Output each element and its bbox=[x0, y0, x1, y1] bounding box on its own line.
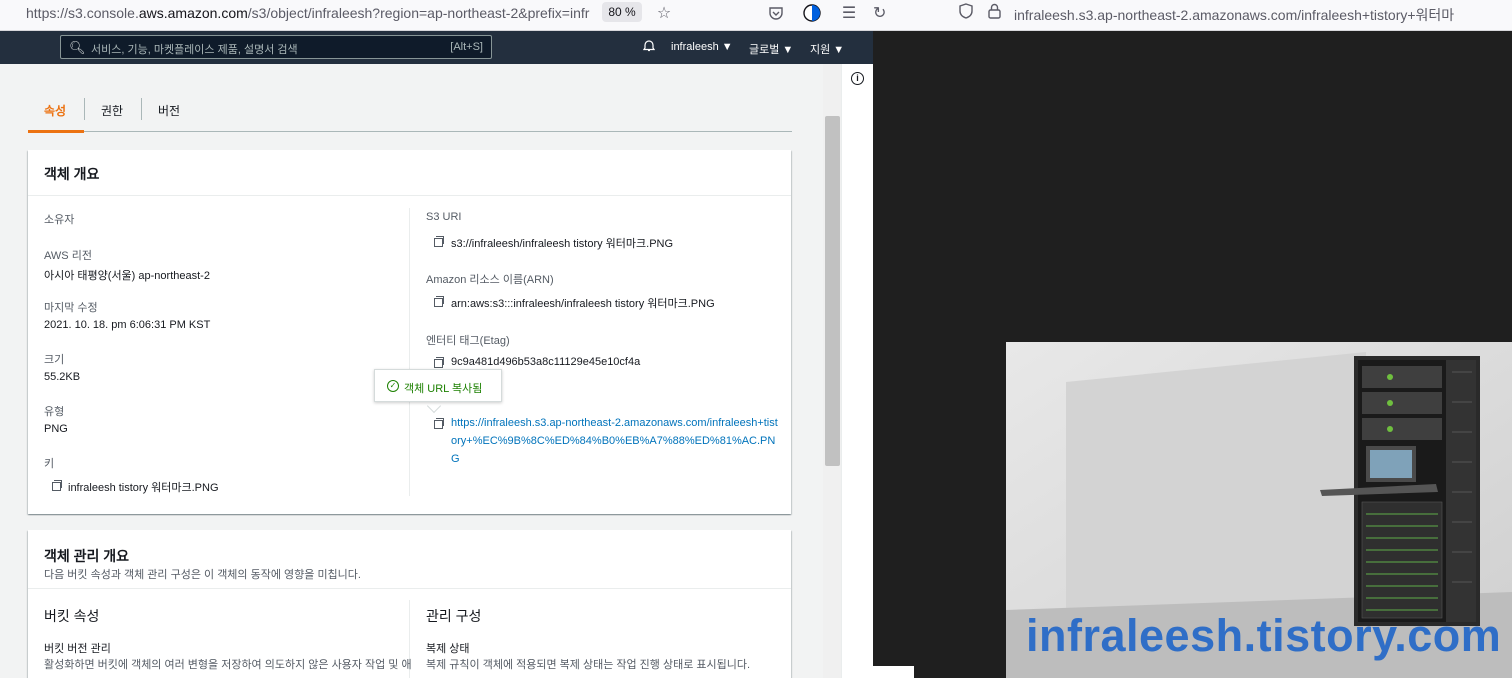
management-config-heading: 관리 구성 bbox=[426, 608, 482, 624]
s3-uri-value: s3://infraleesh/infraleesh tistory 워터마크.… bbox=[451, 238, 674, 250]
watermark-image: infraleesh.tistory.com bbox=[1006, 342, 1512, 678]
address-bar-2[interactable]: ↻ infraleesh.s3.ap-northeast-2.amazonaws… bbox=[873, 0, 1512, 31]
region-label: AWS 리전 bbox=[44, 250, 92, 262]
zoom-level-badge[interactable]: 80 % bbox=[602, 2, 642, 22]
management-overview-title: 객체 관리 개요 bbox=[44, 548, 130, 564]
type-label: 유형 bbox=[44, 406, 65, 418]
notification-bell-icon[interactable] bbox=[642, 39, 656, 55]
size-value: 55.2KB bbox=[44, 371, 81, 383]
aws-search-input[interactable]: 🔍︎ 서비스, 기능, 마켓플레이스 제품, 설명서 검색 [Alt+S] bbox=[60, 35, 492, 59]
search-icon: 🔍︎ bbox=[69, 40, 86, 55]
copy-object-url-icon[interactable] bbox=[434, 418, 444, 429]
last-modified-label: 마지막 수정 bbox=[44, 302, 98, 314]
search-shortcut-hint: [Alt+S] bbox=[450, 41, 483, 53]
search-placeholder: 서비스, 기능, 마켓플레이스 제품, 설명서 검색 bbox=[91, 44, 298, 56]
left-browser-window: https://s3.console.aws.amazon.com/s3/obj… bbox=[0, 0, 873, 678]
type-value: PNG bbox=[44, 423, 68, 435]
aws-top-navigation: 🔍︎ 서비스, 기능, 마켓플레이스 제품, 설명서 검색 [Alt+S] in… bbox=[0, 31, 873, 64]
url-copied-text: 객체 URL 복사됨 bbox=[404, 383, 483, 395]
region-value: 아시아 태평양(서울) ap-northeast-2 bbox=[44, 270, 210, 282]
success-check-icon: ✓ bbox=[387, 380, 399, 392]
replication-status-desc: 복제 규칙이 객체에 적용되면 복제 상태는 작업 진행 상태로 표시됩니다. bbox=[426, 659, 751, 671]
account-menu[interactable]: infraleesh ▼ bbox=[671, 41, 733, 53]
tab-permissions[interactable]: 권한 bbox=[101, 102, 123, 119]
copy-arn-icon[interactable] bbox=[434, 296, 444, 307]
last-modified-value: 2021. 10. 18. pm 6:06:31 PM KST bbox=[44, 319, 211, 331]
arn-value: arn:aws:s3:::infraleesh/infraleesh tisto… bbox=[451, 298, 715, 310]
management-overview-desc: 다음 버킷 속성과 객체 관리 구성은 이 객체의 동작에 영향을 미칩니다. bbox=[44, 569, 361, 581]
column-divider bbox=[409, 208, 410, 496]
key-label: 키 bbox=[44, 458, 55, 470]
lock-icon[interactable] bbox=[988, 3, 1001, 24]
bucket-versioning-desc: 활성화하면 버킷에 객체의 여러 변형을 저장하여 의도하지 않은 사용자 작업… bbox=[44, 659, 412, 671]
address-bar-url-2[interactable]: infraleesh.s3.ap-northeast-2.amazonaws.c… bbox=[1014, 5, 1454, 25]
info-panel-rail: i bbox=[841, 64, 873, 678]
tab-properties[interactable]: 속성 bbox=[44, 102, 66, 119]
pocket-icon[interactable] bbox=[764, 2, 788, 24]
size-label: 크기 bbox=[44, 354, 65, 366]
tab-separator bbox=[141, 98, 142, 120]
owner-label: 소유자 bbox=[44, 214, 75, 226]
scrollbar-thumb[interactable] bbox=[825, 116, 840, 466]
right-browser-window: ↻ infraleesh.s3.ap-northeast-2.amazonaws… bbox=[873, 0, 1512, 678]
tab-versions[interactable]: 버전 bbox=[158, 102, 180, 119]
menu-hamburger-icon[interactable]: ☰ bbox=[837, 2, 861, 24]
info-icon[interactable]: i bbox=[851, 72, 864, 85]
support-menu[interactable]: 지원 ▼ bbox=[810, 41, 844, 57]
shield-icon[interactable] bbox=[959, 3, 973, 24]
etag-label: 엔터티 태그(Etag) bbox=[426, 335, 510, 347]
extension-icon[interactable] bbox=[800, 2, 824, 24]
address-bar-url[interactable]: https://s3.console.aws.amazon.com/s3/obj… bbox=[26, 5, 604, 21]
etag-value: 9c9a481d496b53a8c11129e45e10cf4a bbox=[451, 356, 641, 368]
tab-separator bbox=[84, 98, 85, 120]
bucket-versioning-label: 버킷 버전 관리 bbox=[44, 643, 111, 655]
object-management-panel: 객체 관리 개요 다음 버킷 속성과 객체 관리 구성은 이 객체의 동작에 영… bbox=[28, 530, 791, 678]
replication-status-label: 복제 상태 bbox=[426, 643, 470, 655]
back-arrow-icon[interactable]: ↻ bbox=[873, 3, 886, 23]
active-tab-indicator bbox=[28, 130, 84, 133]
arn-label: Amazon 리소스 이름(ARN) bbox=[426, 274, 554, 286]
copy-etag-icon[interactable] bbox=[434, 357, 444, 368]
object-overview-title: 객체 개요 bbox=[28, 150, 791, 196]
url-copied-tooltip: ✓ 객체 URL 복사됨 bbox=[374, 369, 502, 402]
address-bar[interactable]: https://s3.console.aws.amazon.com/s3/obj… bbox=[0, 0, 873, 31]
region-menu[interactable]: 글로벌 ▼ bbox=[749, 41, 793, 57]
copy-s3-uri-icon[interactable] bbox=[434, 236, 444, 247]
s3-uri-label: S3 URI bbox=[426, 211, 462, 223]
object-overview-panel: 객체 개요 소유자 AWS 리전 아시아 태평양(서울) ap-northeas… bbox=[28, 150, 791, 514]
object-url-link[interactable]: https://infraleesh.s3.ap-northeast-2.ama… bbox=[451, 414, 779, 468]
copy-key-icon[interactable] bbox=[52, 480, 62, 491]
divider bbox=[28, 588, 791, 589]
bookmark-star-icon[interactable]: ☆ bbox=[652, 2, 676, 24]
bucket-properties-heading: 버킷 속성 bbox=[44, 608, 100, 624]
watermark-text: infraleesh.tistory.com bbox=[1026, 610, 1502, 661]
key-value: infraleesh tistory 워터마크.PNG bbox=[68, 482, 219, 494]
object-tabs: 속성 권한 버전 bbox=[28, 94, 792, 133]
page-edge-strip bbox=[873, 666, 914, 678]
